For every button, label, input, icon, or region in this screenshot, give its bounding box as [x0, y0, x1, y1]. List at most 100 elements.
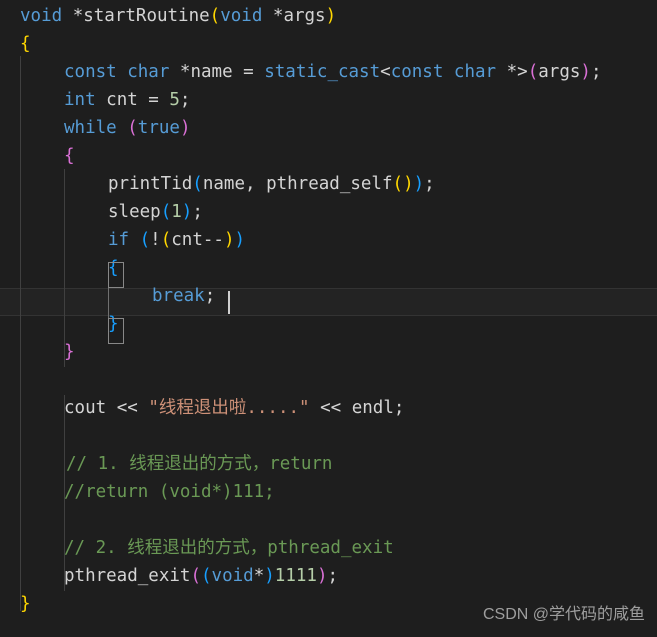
- token-paren-close-printtid: ): [413, 174, 425, 194]
- token-keyword-int: int: [64, 90, 96, 110]
- token-comma: ,: [245, 174, 267, 194]
- token-keyword-break: break: [152, 286, 205, 306]
- token-arg-args: args: [538, 62, 581, 82]
- token-space-4: [117, 118, 128, 138]
- code-line-9[interactable]: {: [0, 254, 657, 282]
- token-paren-open-inner-if: (: [160, 230, 172, 250]
- token-star-param: *: [262, 6, 284, 26]
- token-not: !: [150, 230, 161, 250]
- token-stream-op-1: <<: [106, 398, 149, 418]
- code-line-18-blank[interactable]: [0, 506, 657, 534]
- token-brace-open-if: {: [108, 258, 119, 278]
- token-keyword-void-cast: void: [211, 566, 254, 586]
- token-semicolon-6: ;: [393, 398, 405, 418]
- code-line-15-blank[interactable]: [0, 422, 657, 450]
- token-paren-close-if: ): [234, 230, 246, 250]
- token-star-name: *: [169, 62, 191, 82]
- token-star-2: *: [496, 62, 518, 82]
- token-keyword-char: char: [127, 62, 170, 82]
- token-call-sleep: sleep: [108, 202, 161, 222]
- code-line-0[interactable]: void *startRoutine(void *args): [0, 2, 657, 30]
- token-paren-open-while: (: [127, 118, 138, 138]
- token-paren-close-while: ): [179, 118, 191, 138]
- token-var-cnt-2: cnt: [171, 230, 203, 250]
- token-static-cast: static_cast: [264, 62, 381, 82]
- code-line-7[interactable]: sleep(1);: [0, 198, 657, 226]
- token-space-5: [129, 230, 140, 250]
- token-paren-open-if: (: [139, 230, 151, 250]
- token-param-args: args: [283, 6, 326, 26]
- token-number-1: 1: [171, 202, 182, 222]
- token-var-cnt: cnt: [106, 90, 138, 110]
- token-comment-3: // 2. 线程退出的方式，pthread_exit: [64, 538, 394, 558]
- token-paren-close: ): [325, 6, 337, 26]
- token-number-5: 5: [169, 90, 180, 110]
- code-line-13-blank[interactable]: [0, 366, 657, 394]
- code-line-1[interactable]: {: [0, 30, 657, 58]
- code-line-17[interactable]: //return (void*)111;: [0, 478, 657, 506]
- code-line-5[interactable]: {: [0, 142, 657, 170]
- token-brace-close-function: }: [20, 594, 31, 614]
- token-brace-close-while: }: [64, 342, 75, 362]
- token-paren-close-pthread-self: ): [403, 174, 414, 194]
- token-keyword-if: if: [108, 230, 130, 250]
- token-keyword-void: void: [20, 6, 63, 26]
- code-line-4[interactable]: while (true): [0, 114, 657, 142]
- token-keyword-const: const: [64, 62, 117, 82]
- token-string-literal: "线程退出啦.....": [148, 398, 310, 418]
- token-paren-open: (: [209, 6, 221, 26]
- token-brace-open-while: {: [64, 146, 75, 166]
- token-angle-close: >: [517, 62, 528, 82]
- token-space-3: [96, 90, 107, 110]
- token-paren-open-pthread-exit: (: [190, 566, 201, 586]
- token-call-pthread-self: pthread_self: [266, 174, 393, 194]
- code-line-2[interactable]: const char *name = static_cast<const cha…: [0, 58, 657, 86]
- code-line-14[interactable]: cout << "线程退出啦....." << endl;: [0, 394, 657, 422]
- token-comment-1: // 1. 线程退出的方式，return: [66, 454, 333, 474]
- code-line-3[interactable]: int cnt = 5;: [0, 86, 657, 114]
- token-call-pthread-exit: pthread_exit: [64, 566, 191, 586]
- code-line-6[interactable]: printTid(name, pthread_self());: [0, 170, 657, 198]
- token-semicolon-4: ;: [192, 202, 203, 222]
- text-caret: [228, 291, 230, 314]
- code-line-10[interactable]: break;: [0, 282, 657, 310]
- code-line-20[interactable]: pthread_exit((void*)1111);: [0, 562, 657, 590]
- code-line-16[interactable]: // 1. 线程退出的方式，return: [0, 450, 657, 478]
- token-assign-2: =: [137, 90, 170, 110]
- token-paren-open-cast-void: (: [200, 566, 212, 586]
- token-arg-name: name: [202, 174, 245, 194]
- token-brace-close-if: }: [108, 314, 119, 334]
- code-line-11[interactable]: }: [0, 310, 657, 338]
- token-paren-close-cast: ): [580, 62, 591, 82]
- token-assign: =: [232, 62, 265, 82]
- token-paren-open-printtid: (: [192, 174, 203, 194]
- token-comment-2: //return (void*)111;: [64, 482, 275, 502]
- token-semicolon-3: ;: [424, 174, 435, 194]
- token-star-cast: *: [253, 566, 265, 586]
- code-editor[interactable]: void *startRoutine(void *args) { const c…: [0, 0, 657, 637]
- token-angle-open: <: [380, 62, 391, 82]
- csdn-watermark: CSDN @学代码的咸鱼: [482, 605, 645, 623]
- token-semicolon: ;: [590, 62, 602, 82]
- token-semicolon-7: ;: [327, 566, 339, 586]
- token-keyword-true: true: [137, 118, 180, 138]
- token-keyword-char-2: char: [453, 62, 497, 82]
- token-cout: cout: [64, 398, 107, 418]
- token-decrement: --: [202, 230, 224, 250]
- token-semicolon-5: ;: [204, 286, 216, 306]
- token-space-2: [443, 62, 454, 82]
- token-paren-open-cast: (: [527, 62, 539, 82]
- code-line-8[interactable]: if (!(cnt--)): [0, 226, 657, 254]
- token-brace-open-function: {: [20, 34, 31, 54]
- token-keyword-while: while: [64, 118, 117, 138]
- code-line-19[interactable]: // 2. 线程退出的方式，pthread_exit: [0, 534, 657, 562]
- token-paren-open-pthread-self: (: [392, 174, 404, 194]
- code-line-12[interactable]: }: [0, 338, 657, 366]
- token-paren-close-cast-void: ): [264, 566, 275, 586]
- token-call-printtid: printTid: [108, 174, 193, 194]
- token-paren-close-sleep: ): [181, 202, 193, 222]
- token-keyword-const-2: const: [390, 62, 444, 82]
- token-var-name: name: [190, 62, 233, 82]
- token-keyword-void-param: void: [220, 6, 263, 26]
